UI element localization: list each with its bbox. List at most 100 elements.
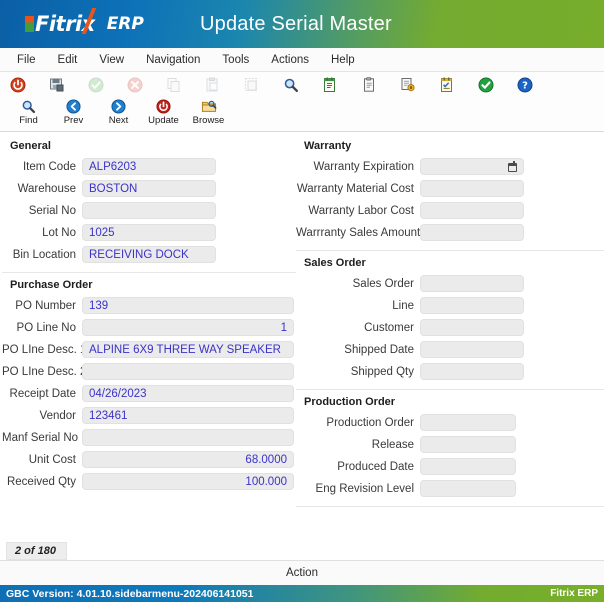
field-row-produced-date: Produced Date [296,456,604,477]
vendor-input[interactable]: 123461 [82,407,294,424]
menu-item-help[interactable]: Help [320,51,366,69]
production-order-input[interactable] [420,414,516,431]
menu-item-navigation[interactable]: Navigation [135,51,211,69]
field-row-po-number: PO Number 139 [2,295,296,316]
title-bar: Fitrix ERP Update Serial Master [0,0,604,48]
field-row-release: Release [296,434,604,455]
form-body: General Item Code ALP6203 Warehouse BOST… [0,132,604,560]
produced-date-input[interactable] [420,458,516,475]
shipped-qty-label: Shipped Qty [350,365,414,378]
received-qty-label: Received Qty [6,475,76,488]
menu-item-edit[interactable]: Edit [47,51,89,69]
field-row-received-qty: Received Qty 100.000 [2,471,296,492]
next-button[interactable]: Next [96,98,141,126]
production-order-group: Production Order Production Order Releas… [296,396,604,507]
application-window: Fitrix ERP Update Serial Master File Edi… [0,0,604,602]
ok-icon[interactable] [476,75,496,95]
po-line-desc-2-input[interactable] [82,363,294,380]
record-counter: 2 of 180 [6,542,67,560]
po-line-no-input[interactable]: 1 [82,319,294,336]
manf-serial-no-input[interactable] [82,429,294,446]
menu-item-actions[interactable]: Actions [260,51,320,69]
serial-no-input[interactable] [82,202,216,219]
warranty-expiration-label: Warranty Expiration [313,160,414,173]
item-code-input[interactable]: ALP6203 [82,158,216,175]
menu-item-tools[interactable]: Tools [211,51,260,69]
field-row-lot-no: Lot No 1025 [2,222,296,243]
po-line-desc-2-label: PO LIne Desc. 2 [2,365,87,378]
lot-no-input[interactable]: 1025 [82,224,216,241]
po-line-desc-1-label: PO LIne Desc. 1 [2,343,87,356]
left-column: General Item Code ALP6203 Warehouse BOST… [0,138,296,560]
field-row-po-line-no: PO Line No 1 [2,317,296,338]
status-brand-text: Fitrix ERP [550,588,598,599]
logo-erp-text: ERP [106,13,144,34]
shipped-date-input[interactable] [420,341,524,358]
update-button[interactable]: Update [141,98,186,126]
bin-location-label: Bin Location [12,248,76,261]
accept-check-icon [86,75,106,95]
save-exit-icon[interactable] [47,75,67,95]
field-row-serial-no: Serial No [2,200,296,221]
warehouse-input[interactable]: BOSTON [82,180,216,197]
find-button[interactable]: Find [6,98,51,126]
line-label: Line [392,299,414,312]
general-group: General Item Code ALP6203 Warehouse BOST… [2,140,296,273]
menu-item-file[interactable]: File [6,51,47,69]
prev-button[interactable]: Prev [51,98,96,126]
status-bar: GBC Version: 4.01.10.sidebarmenu-2024061… [0,585,604,602]
purchase-order-group-title: Purchase Order [10,279,93,291]
cancel-icon [125,75,145,95]
warranty-sales-amount-label: Warrranty Sales Amount [296,226,421,239]
shipped-qty-input[interactable] [420,363,524,380]
customer-input[interactable] [420,319,524,336]
warranty-material-cost-input[interactable] [420,180,524,197]
help-icon[interactable]: ? [515,75,535,95]
line-input[interactable] [420,297,524,314]
find-icon[interactable] [281,75,301,95]
find-button-label: Find [19,115,38,126]
power-update-icon [156,98,171,115]
browse-button[interactable]: Browse [186,98,231,126]
field-row-manf-serial-no: Manf Serial No [2,427,296,448]
document-icon[interactable] [359,75,379,95]
warranty-labor-cost-label: Warranty Labor Cost [308,204,414,217]
attachment-icon[interactable] [398,75,418,95]
menu-bar: File Edit View Navigation Tools Actions … [0,48,604,72]
menu-item-view[interactable]: View [88,51,135,69]
right-column: Warranty Warranty Expiration Warranty Ma… [296,138,604,560]
production-order-group-title: Production Order [304,396,396,408]
field-row-shipped-date: Shipped Date [296,339,604,360]
field-row-shipped-qty: Shipped Qty [296,361,604,382]
field-row-receipt-date: Receipt Date 04/26/2023 [2,383,296,404]
release-input[interactable] [420,436,516,453]
produced-date-label: Produced Date [337,460,414,473]
po-line-desc-1-input[interactable]: ALPINE 6X9 THREE WAY SPEAKER [82,341,294,358]
notepad-icon[interactable] [320,75,340,95]
field-row-warranty-sales-amount: Warrranty Sales Amount [296,222,604,243]
toolbar-secondary: Find Prev Next Update Browse [0,98,604,132]
copy-icon [164,75,184,95]
item-code-label: Item Code [22,160,76,173]
received-qty-input[interactable]: 100.000 [82,473,294,490]
field-row-production-order: Production Order [296,412,604,433]
warranty-expiration-input[interactable] [420,158,524,175]
warranty-sales-amount-input[interactable] [420,224,524,241]
warranty-labor-cost-input[interactable] [420,202,524,219]
sales-order-group-title: Sales Order [304,257,366,269]
field-row-warranty-expiration: Warranty Expiration [296,156,604,177]
po-number-input[interactable]: 139 [82,297,294,314]
unit-cost-input[interactable]: 68.0000 [82,451,294,468]
eng-revision-level-input[interactable] [420,480,516,497]
warehouse-label: Warehouse [17,182,76,195]
po-line-no-label: PO Line No [16,321,76,334]
field-row-po-line-desc-2: PO LIne Desc. 2 [2,361,296,382]
field-row-unit-cost: Unit Cost 68.0000 [2,449,296,470]
receipt-date-input[interactable]: 04/26/2023 [82,385,294,402]
exit-icon[interactable] [8,75,28,95]
receipt-date-label: Receipt Date [9,387,76,400]
checklist-icon[interactable] [437,75,457,95]
action-bar: Action [0,560,604,585]
sales-order-input[interactable] [420,275,524,292]
bin-location-input[interactable]: RECEIVING DOCK [82,246,216,263]
